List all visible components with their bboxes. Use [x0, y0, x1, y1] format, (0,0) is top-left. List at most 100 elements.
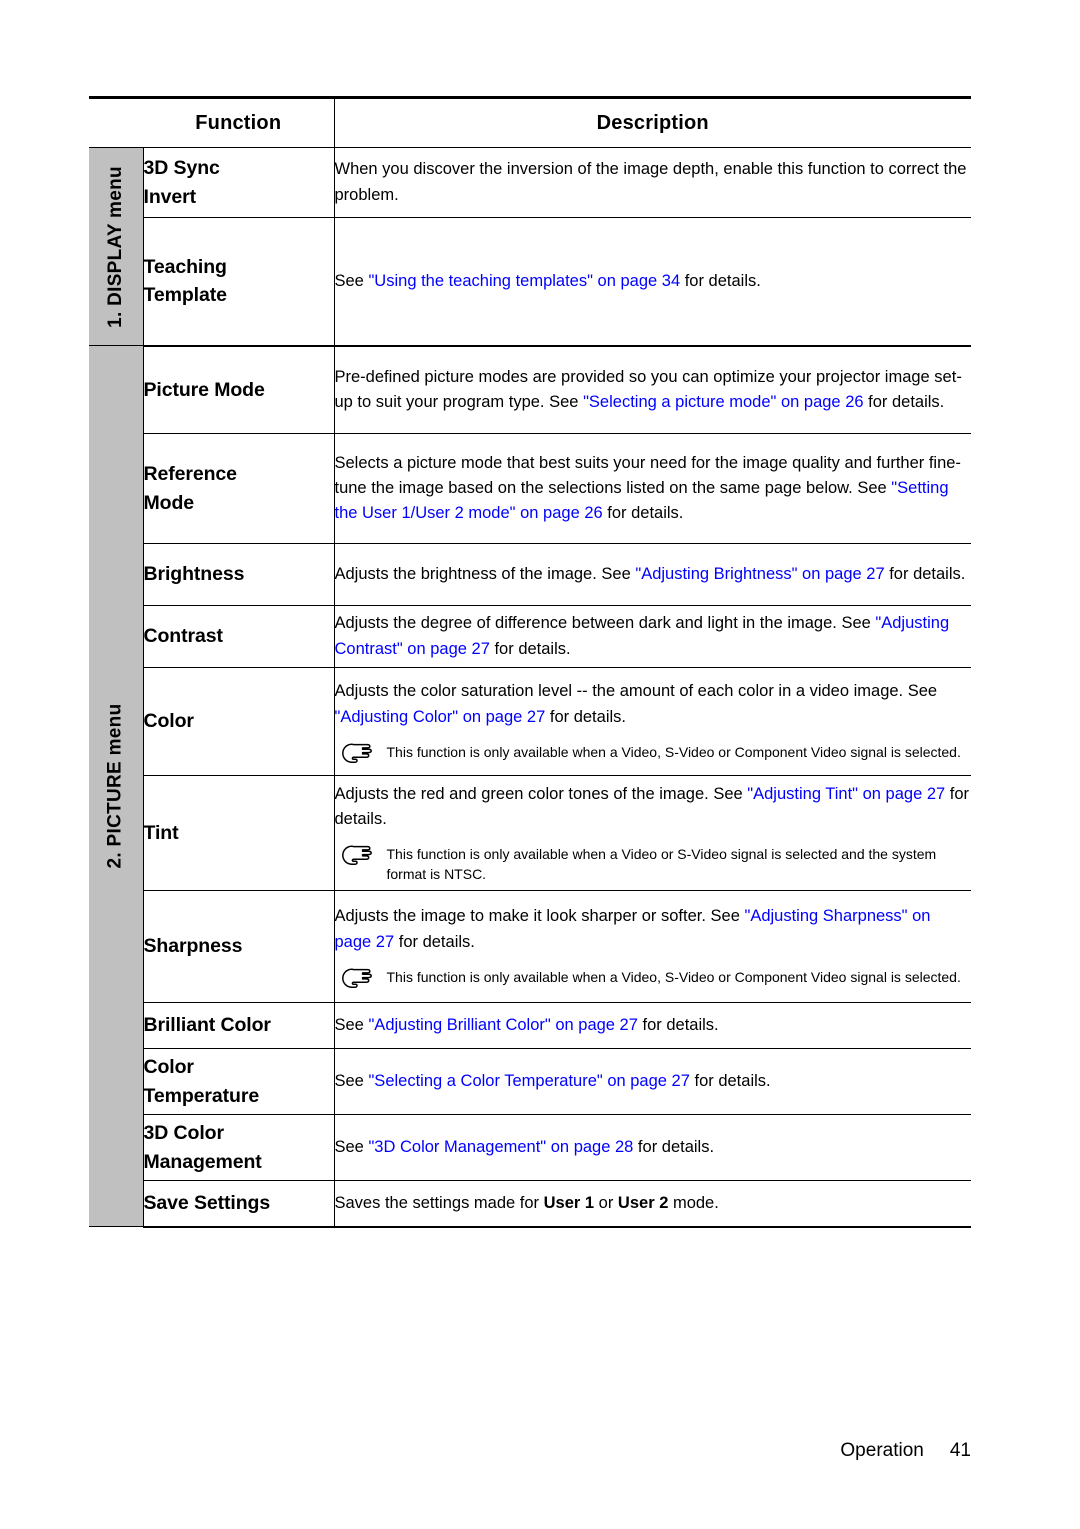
description-cell: Adjusts the red and green color tones of… — [334, 775, 972, 891]
footer-page-number: 41 — [949, 1440, 971, 1461]
function-name-line: Contrast — [143, 625, 223, 648]
description-cell: Adjusts the color saturation level -- th… — [334, 667, 972, 776]
menu-section-label: 1. DISPLAY menu — [104, 165, 126, 328]
table-header-row: Function Description — [89, 96, 971, 148]
cross-reference-link[interactable]: "Adjusting Color" on page 27 — [335, 708, 546, 726]
description-fragment: for details. — [489, 639, 571, 658]
description-cell: See "Selecting a Color Temperature" on p… — [334, 1048, 971, 1115]
description-fragment: See — [334, 271, 369, 290]
function-name-cell: Reference Mode — [143, 433, 335, 544]
note-block: This function is only available when a V… — [341, 843, 972, 885]
description-text: When you discover the inversion of the i… — [335, 157, 972, 207]
description-fragment: for details. — [633, 1137, 715, 1156]
table-row: Tint Adjusts the red and green color tone… — [89, 775, 972, 891]
table-row: Reference Mode Selects a picture mode that… — [89, 433, 972, 544]
function-name-line: 3D Sync — [143, 157, 220, 180]
menu-functions-table: Function Description 1. DISPLAY menu 3D Syn… — [89, 96, 971, 1228]
description-fragment: for details. — [637, 1015, 719, 1034]
description-fragment: See — [334, 1015, 369, 1034]
menu-section-label: 2. PICTURE menu — [104, 703, 126, 869]
function-name-line: Mode — [143, 491, 195, 514]
description-text: See "Adjusting Brilliant Color" on page … — [335, 1013, 972, 1038]
function-name-cell: Brightness — [143, 543, 335, 606]
function-name-line: Tint — [143, 821, 179, 844]
description-text: Adjusts the brightness of the image. See… — [335, 562, 972, 587]
description-text: See "3D Color Management" on page 28 for… — [335, 1135, 972, 1160]
note-block: This function is only available when a V… — [341, 741, 972, 764]
description-fragment: Selects a picture mode that best suits y… — [334, 453, 961, 497]
table-row: Sharpness Adjusts the image to make it lo… — [89, 890, 972, 1003]
table-row: Save Settings Saves the settings made for… — [89, 1180, 971, 1228]
function-name-cell: Color — [143, 667, 335, 776]
page-footer: Operation 41 — [0, 1440, 971, 1462]
table-row: 3D Color Management See "3D Color Manageme… — [89, 1114, 972, 1181]
description-text: Selects a picture mode that best suits y… — [335, 451, 972, 526]
function-name-cell: Tint — [143, 775, 335, 891]
description-fragment: for details. — [545, 707, 626, 726]
function-name-line: Reference — [143, 463, 238, 486]
description-fragment: Adjusts the brightness of the image. See — [334, 564, 636, 583]
function-name-cell: Teaching Template — [143, 217, 335, 347]
table-row: Teaching Template See "Using the teaching … — [89, 217, 972, 347]
pointing-hand-icon — [341, 966, 387, 989]
function-name-line: Sharpness — [143, 935, 243, 958]
description-fragment: When you discover the inversion of the i… — [334, 160, 967, 204]
description-cell: See "Using the teaching templates" on pa… — [334, 217, 972, 347]
cross-reference-link[interactable]: "Adjusting Brilliant Color" on page 27 — [368, 1016, 637, 1034]
table-row: 2. PICTURE menu Picture Mode Pre-defined p… — [89, 345, 972, 1227]
table-row: Color Temperature See "Selecting a Color T… — [89, 1048, 971, 1115]
description-fragment: See — [334, 1137, 369, 1156]
function-name-cell: Contrast — [143, 605, 335, 668]
function-name-line: Save Settings — [143, 1192, 271, 1215]
description-fragment: Saves the settings made for — [334, 1193, 544, 1212]
function-name-line: Brightness — [143, 563, 245, 586]
emphasized-term: User 1 — [543, 1193, 595, 1212]
function-name-cell: Color Temperature — [143, 1048, 335, 1115]
description-fragment: for details. — [863, 392, 945, 411]
description-text: Adjusts the degree of difference between… — [335, 611, 972, 661]
cross-reference-link[interactable]: "Selecting a picture mode" on page 26 — [583, 393, 863, 411]
description-cell: Saves the settings made for User 1 or Us… — [334, 1180, 971, 1228]
function-name-line: Color — [143, 710, 195, 733]
description-text: Pre-defined picture modes are provided s… — [335, 365, 972, 415]
column-header-description: Description — [334, 96, 971, 148]
function-name-cell: Sharpness — [143, 890, 335, 1003]
note-block: This function is only available when a V… — [341, 966, 972, 989]
cross-reference-link[interactable]: "Adjusting Tint" on page 27 — [747, 785, 945, 803]
description-fragment: for details. — [680, 271, 761, 290]
description-cell: Selects a picture mode that best suits y… — [334, 433, 972, 544]
function-name-cell: 3D Color Management — [143, 1114, 335, 1181]
function-name-cell: 3D Sync Invert — [143, 147, 335, 218]
cross-reference-link[interactable]: "Selecting a Color Temperature" on page … — [368, 1072, 689, 1090]
table-row: Contrast Adjusts the degree of difference… — [89, 605, 972, 668]
emphasized-term: User 2 — [617, 1193, 669, 1212]
function-name-line: 3D Color — [143, 1122, 225, 1145]
function-name-line: Brilliant Color — [143, 1014, 272, 1037]
description-text: Adjusts the red and green color tones of… — [335, 782, 972, 832]
footer-chapter: Operation — [840, 1440, 924, 1461]
description-fragment: Adjusts the degree of difference between… — [334, 614, 876, 633]
description-fragment: for details. — [602, 504, 684, 523]
function-name-line: Temperature — [143, 1084, 260, 1107]
description-fragment: mode. — [668, 1193, 719, 1212]
description-fragment: for details. — [689, 1071, 771, 1090]
description-cell: Adjusts the image to make it look sharpe… — [334, 890, 972, 1003]
cross-reference-link[interactable]: "Adjusting Brightness" on page 27 — [635, 565, 884, 583]
pointing-hand-icon — [341, 843, 387, 866]
description-text: See "Using the teaching templates" on pa… — [335, 269, 972, 294]
cross-reference-link[interactable]: "Using the teaching templates" on page 3… — [368, 272, 680, 290]
function-name-line: Invert — [143, 185, 197, 208]
pointing-hand-icon — [341, 741, 387, 764]
description-fragment: Adjusts the red and green color tones of… — [334, 784, 748, 803]
function-name-cell: Brilliant Color — [143, 1002, 335, 1049]
description-fragment: Adjusts the color saturation level -- th… — [334, 682, 938, 701]
note-text: This function is only available when a V… — [386, 845, 937, 883]
function-name-cell: Save Settings — [143, 1180, 335, 1228]
description-fragment: or — [594, 1193, 618, 1212]
description-fragment: Adjusts the image to make it look sharpe… — [334, 907, 745, 926]
table-row: Brightness Adjusts the brightness of the … — [89, 543, 972, 606]
description-cell: See "Adjusting Brilliant Color" on page … — [334, 1002, 972, 1049]
cross-reference-link[interactable]: "3D Color Management" on page 28 — [368, 1138, 633, 1156]
description-fragment: for details. — [394, 932, 475, 951]
menu-section-sidebar: 2. PICTURE menu — [89, 345, 144, 1227]
